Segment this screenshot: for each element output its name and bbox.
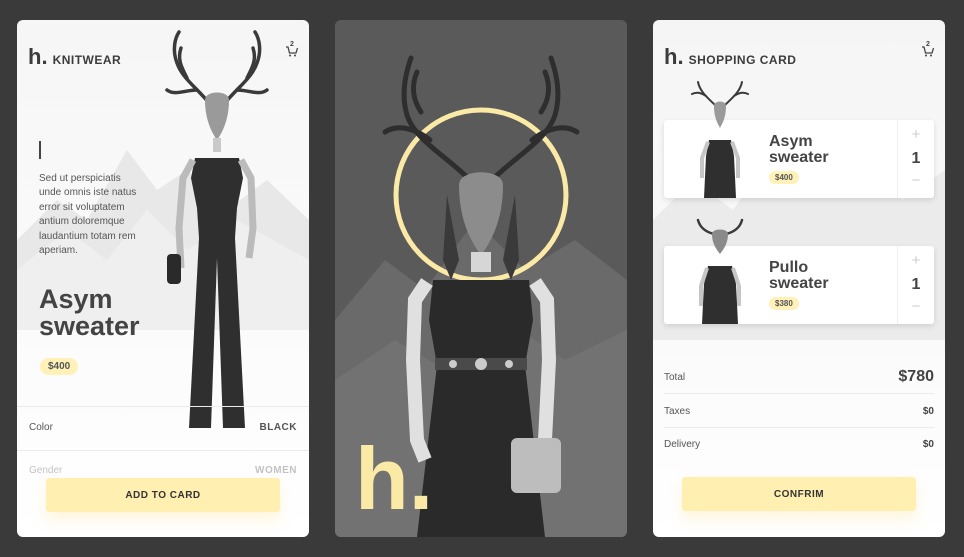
color-label: Color <box>29 422 53 433</box>
delivery-value: $0 <box>922 438 934 450</box>
gender-row[interactable]: Gender WOMEN <box>17 465 309 476</box>
text-cursor <box>39 141 41 159</box>
delivery-label: Delivery <box>664 438 701 450</box>
brand-mark: h. <box>664 44 684 69</box>
item-image <box>696 218 744 324</box>
product-description: Sed ut perspiciatis unde omnis iste natu… <box>39 173 137 257</box>
item-name: Pullo sweater <box>769 260 829 292</box>
item-image <box>691 81 749 198</box>
increment-button[interactable]: + <box>898 126 934 143</box>
cart-icon[interactable]: 2 <box>285 41 299 63</box>
cart-icon[interactable]: 2 <box>921 41 935 63</box>
brand-logo[interactable]: h. SHOPPING CARD <box>664 44 796 70</box>
total-row: Total $780 <box>653 367 945 387</box>
hero-logo: h. <box>355 429 434 528</box>
model-image <box>165 30 269 428</box>
item-name-line2: sweater <box>769 275 829 292</box>
cart-count: 2 <box>290 41 294 48</box>
item-price: $380 <box>769 297 799 310</box>
cart-item[interactable]: Pullo sweater $380 + 1 − <box>664 218 934 324</box>
decrement-button[interactable]: − <box>898 298 934 315</box>
taxes-row: Taxes $0 <box>653 403 945 419</box>
product-title-line1: Asym <box>39 284 113 314</box>
brand-logo[interactable]: h. KNITWEAR <box>28 44 121 70</box>
price-badge: $400 <box>40 358 79 375</box>
brand-mark: h. <box>28 44 48 69</box>
product-title: Asym sweater <box>39 286 199 340</box>
quantity-value: 1 <box>911 276 921 293</box>
page-title: SHOPPING CARD <box>688 53 797 67</box>
increment-button[interactable]: + <box>898 252 934 269</box>
add-to-card-button[interactable]: ADD TO CARD <box>46 478 280 512</box>
total-value: $780 <box>898 368 934 385</box>
product-screen: h. KNITWEAR 2 Sed ut perspiciatis unde o… <box>17 20 309 537</box>
divider <box>664 427 934 428</box>
page-title: KNITWEAR <box>52 53 122 67</box>
color-value[interactable]: BLACK <box>260 422 298 433</box>
cart-screen: h. SHOPPING CARD 2 Asym sweater $400 + 1 <box>653 20 945 537</box>
item-price: $400 <box>769 171 799 184</box>
item-name-line1: Pullo <box>769 259 809 276</box>
cart-item[interactable]: Asym sweater $400 + 1 − <box>664 81 934 198</box>
quantity-stepper[interactable]: + 1 − <box>897 246 934 324</box>
divider <box>664 393 934 394</box>
hero-screen: h. <box>335 20 627 537</box>
quantity-value: 1 <box>911 150 921 167</box>
taxes-label: Taxes <box>664 405 691 417</box>
divider <box>17 450 309 451</box>
total-label: Total <box>664 371 686 383</box>
item-name-line2: sweater <box>769 149 829 166</box>
divider <box>17 406 309 407</box>
quantity-stepper[interactable]: + 1 − <box>897 120 934 198</box>
gender-label: Gender <box>29 465 63 476</box>
decrement-button[interactable]: − <box>898 172 934 189</box>
taxes-value: $0 <box>922 405 934 417</box>
cart-count: 2 <box>926 41 930 48</box>
item-name: Asym sweater <box>769 134 829 166</box>
gender-value[interactable]: WOMEN <box>255 465 297 476</box>
color-row[interactable]: Color BLACK <box>17 422 309 433</box>
product-title-line2: sweater <box>39 311 140 341</box>
item-name-line1: Asym <box>769 133 813 150</box>
delivery-row: Delivery $0 <box>653 436 945 452</box>
confirm-button[interactable]: CONFRIM <box>682 477 916 511</box>
